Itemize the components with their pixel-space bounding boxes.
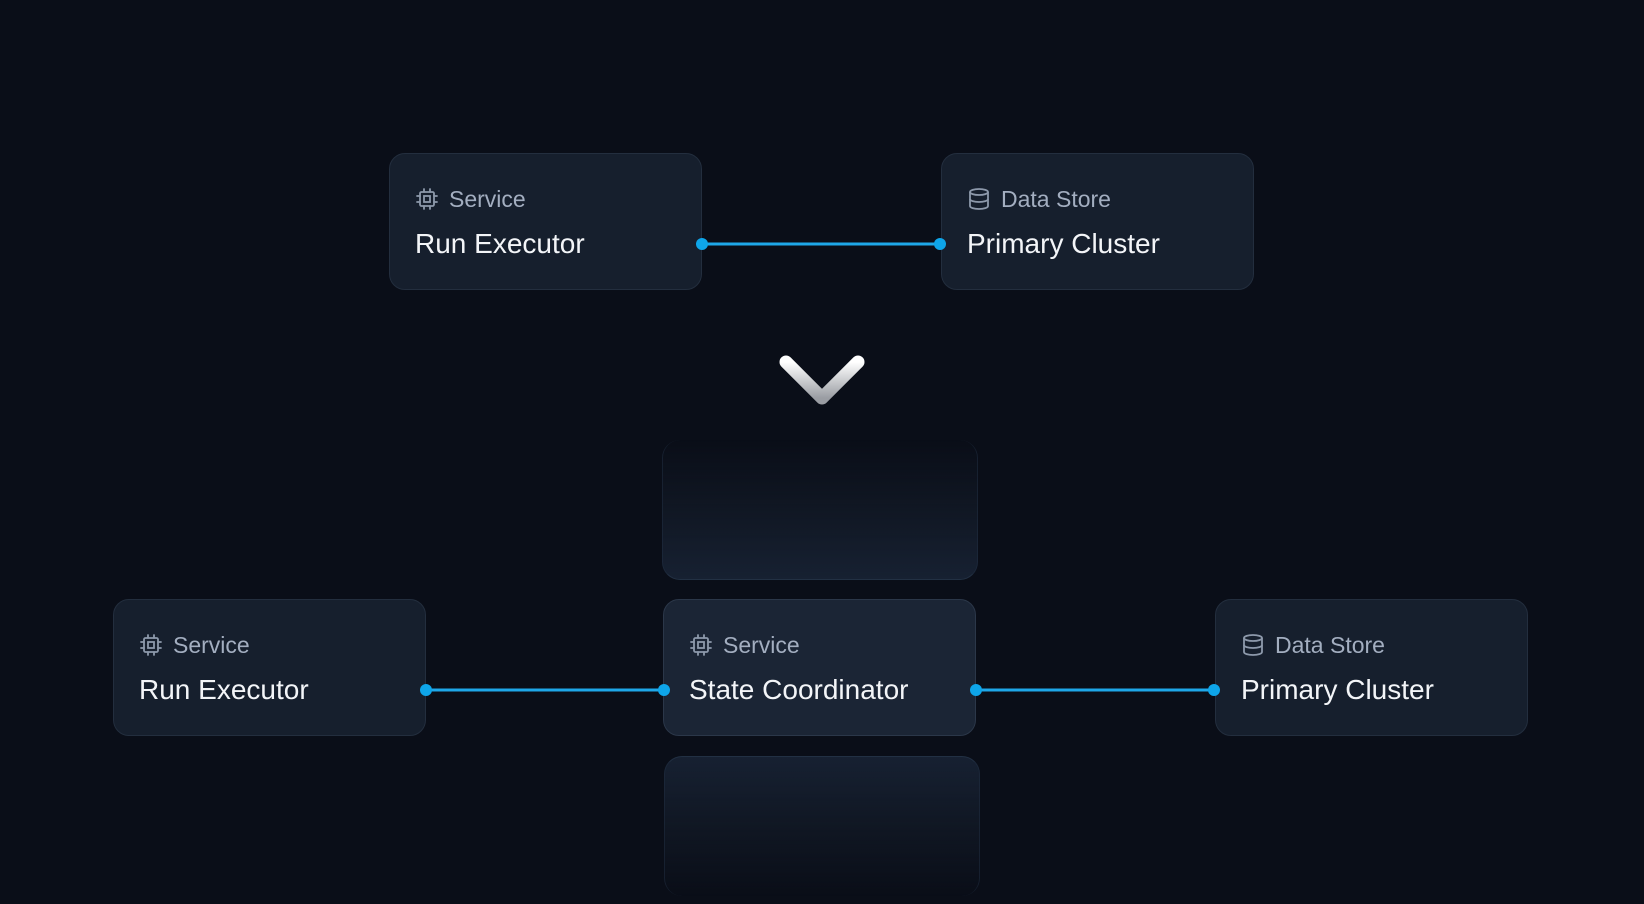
node-type: Service <box>689 632 800 658</box>
node-title: Primary Cluster <box>967 228 1160 259</box>
placeholder-card-below <box>664 756 980 896</box>
node-title: Primary Cluster <box>1241 674 1434 705</box>
node-type: Data Store <box>967 186 1111 212</box>
chevron-down-icon <box>779 355 865 405</box>
edge-after-state-coordinator-primary-cluster[interactable] <box>970 684 1220 696</box>
node-type-label: Service <box>723 632 800 658</box>
placeholder-card-above <box>662 440 978 580</box>
node-type: Service <box>139 632 250 658</box>
edge-before-run-executor-primary-cluster[interactable] <box>696 238 946 250</box>
node-type-label: Data Store <box>1001 186 1111 212</box>
edge-after-run-executor-state-coordinator[interactable] <box>420 684 670 696</box>
node-type: Service <box>415 186 526 212</box>
node-type: Data Store <box>1241 632 1385 658</box>
node-title: State Coordinator <box>689 674 909 705</box>
node-state-coordinator[interactable]: Service State Coordinator <box>663 599 976 736</box>
cpu-icon <box>139 633 163 657</box>
node-title: Run Executor <box>139 674 309 705</box>
node-primary-cluster-before[interactable]: Data Store Primary Cluster <box>941 153 1254 290</box>
node-type-label: Service <box>449 186 526 212</box>
node-title: Run Executor <box>415 228 585 259</box>
node-type-label: Service <box>173 632 250 658</box>
cpu-icon <box>415 187 439 211</box>
database-icon <box>1241 633 1265 657</box>
node-run-executor-before[interactable]: Service Run Executor <box>389 153 702 290</box>
cpu-icon <box>689 633 713 657</box>
node-primary-cluster-after[interactable]: Data Store Primary Cluster <box>1215 599 1528 736</box>
node-run-executor-after[interactable]: Service Run Executor <box>113 599 426 736</box>
database-icon <box>967 187 991 211</box>
node-type-label: Data Store <box>1275 632 1385 658</box>
